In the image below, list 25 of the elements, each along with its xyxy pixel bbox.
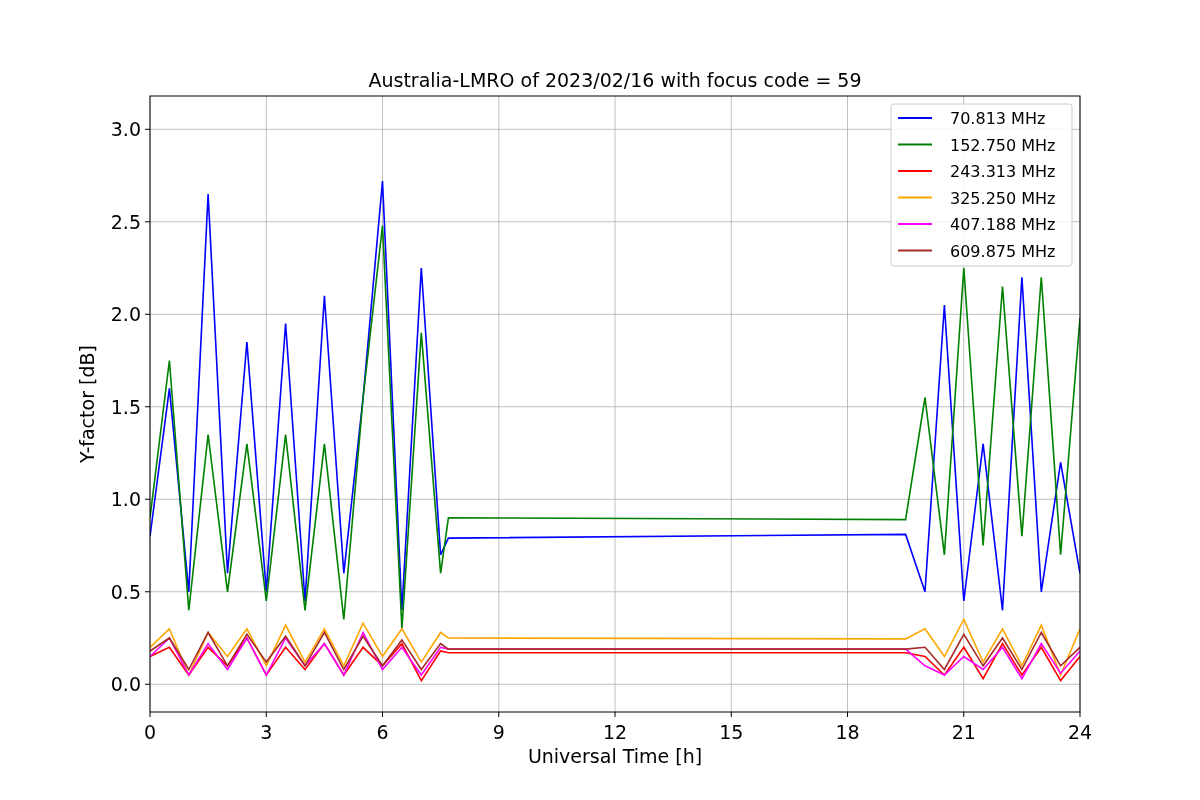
y-tick-label: 0.0 — [110, 673, 141, 696]
y-tick-label: 2.0 — [110, 303, 141, 326]
x-tick-label: 15 — [719, 721, 744, 743]
y-tick-label: 3.0 — [110, 118, 141, 141]
legend-label: 70.813 MHz — [950, 109, 1046, 128]
x-tick-label: 9 — [492, 721, 505, 743]
y-tick-label: 1.5 — [110, 395, 141, 418]
x-tick-label: 12 — [602, 721, 628, 743]
x-tick-label: 3 — [260, 721, 273, 743]
x-axis-label: Universal Time [h] — [527, 745, 703, 767]
x-tick-label: 21 — [951, 721, 976, 743]
y-axis-label: Y-factor [dB] — [76, 345, 98, 463]
x-tick-label: 6 — [376, 721, 389, 743]
legend-label: 325.250 MHz — [950, 188, 1056, 208]
y-tick-label: 1.0 — [110, 488, 141, 511]
x-tick-label: 0 — [143, 721, 157, 743]
legend-label: 609.875 MHz — [950, 241, 1056, 261]
x-tick-label: 18 — [835, 721, 860, 743]
chart-title: Australia-LMRO of 2023/02/16 with focus code = 59 — [368, 69, 862, 91]
legend-label: 243.313 MHz — [950, 162, 1056, 181]
legend-label: 407.188 MHz — [950, 215, 1056, 234]
legend-label: 152.750 MHz — [950, 135, 1056, 155]
y-tick-label: 0.5 — [110, 580, 141, 603]
x-tick-label: 24 — [1067, 721, 1093, 743]
y-tick-label: 2.5 — [110, 210, 141, 233]
